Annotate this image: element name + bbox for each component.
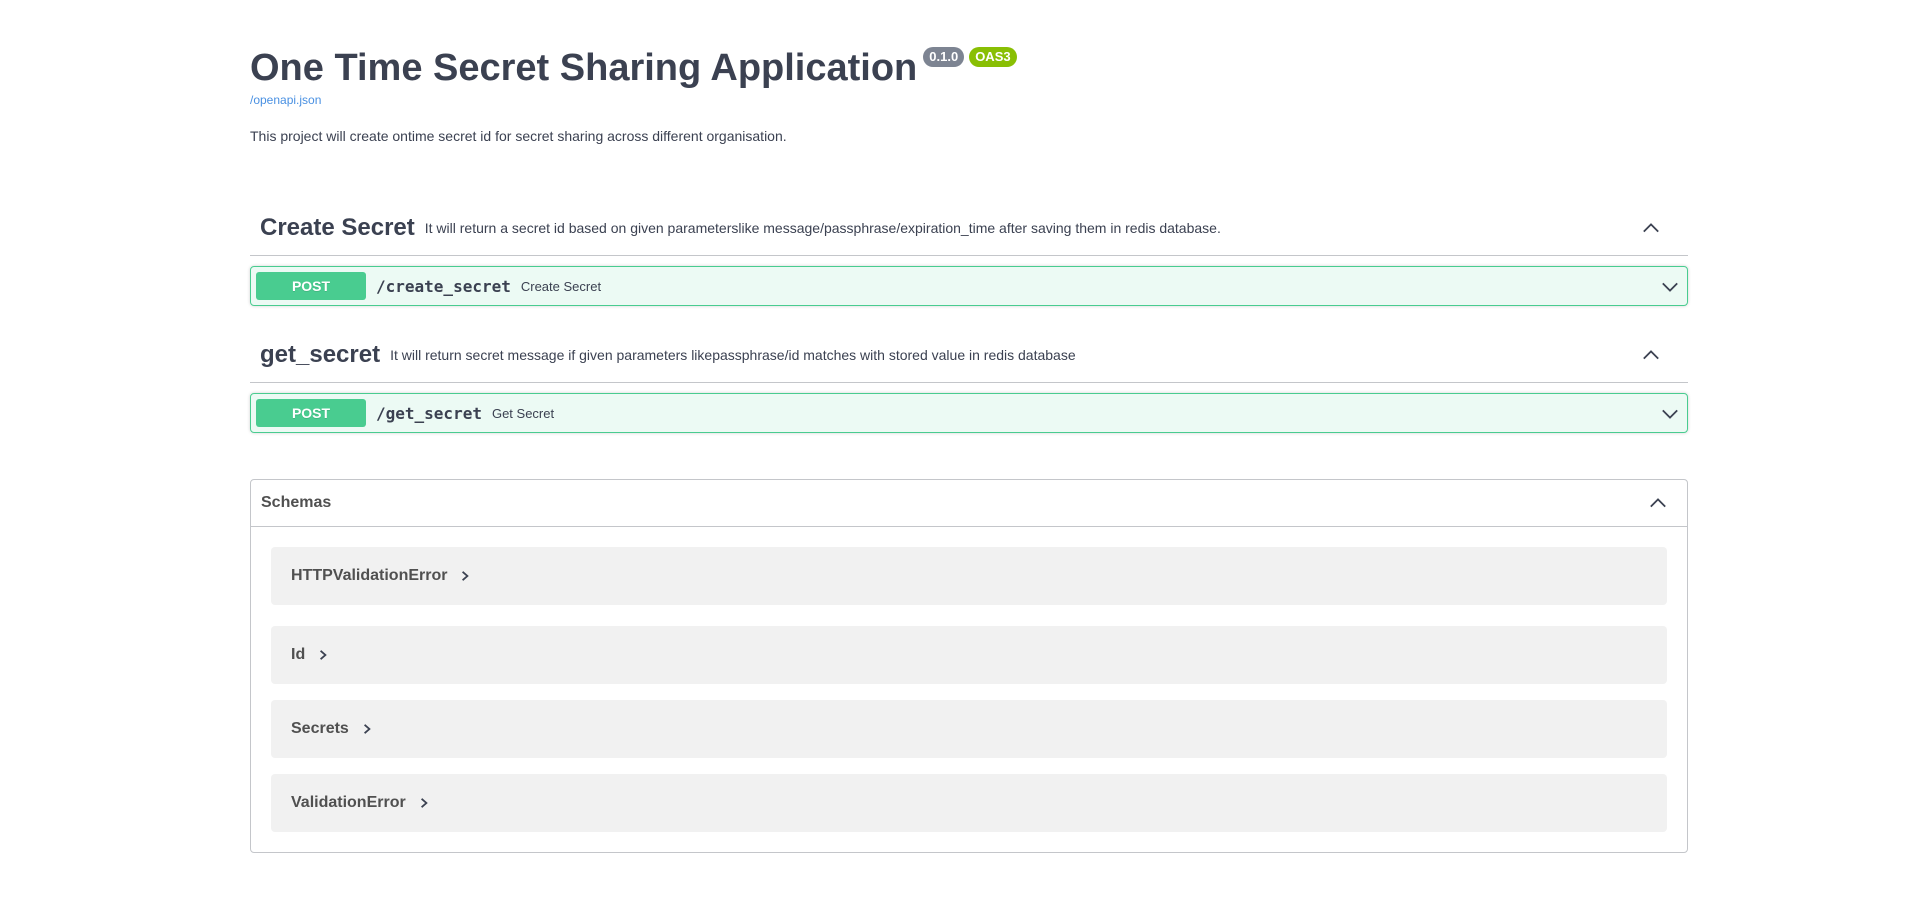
operation-get-secret[interactable]: POST /get_secret Get Secret — [250, 393, 1688, 433]
operation-path: /create_secret — [376, 276, 511, 296]
schemas-section: Schemas HTTPValidationError Id Secrets V… — [250, 479, 1688, 853]
tag-name: get_secret — [260, 340, 381, 368]
chevron-right-icon[interactable] — [418, 797, 430, 809]
operation-summary: Get Secret — [491, 405, 555, 421]
method-badge: POST — [256, 272, 366, 300]
tag-description: It will return a secret id based on give… — [424, 219, 1221, 236]
schema-item-validationerror[interactable]: ValidationError — [271, 774, 1667, 832]
api-description: This project will create ontime secret i… — [250, 128, 787, 144]
operation-summary: Create Secret — [520, 278, 602, 294]
oas-badge: OAS3 — [969, 47, 1017, 67]
schema-item-secrets[interactable]: Secrets — [271, 700, 1667, 758]
schemas-header[interactable]: Schemas — [251, 480, 1687, 527]
chevron-up-icon[interactable] — [1642, 219, 1660, 237]
schema-name: Secrets — [291, 720, 349, 737]
tag-header-create-secret[interactable]: Create Secret It will return a secret id… — [250, 200, 1688, 256]
schema-item-httpvalidationerror[interactable]: HTTPValidationError — [271, 547, 1667, 605]
chevron-right-icon[interactable] — [459, 570, 471, 582]
operation-path: /get_secret — [376, 403, 482, 423]
tag-name: Create Secret — [260, 213, 415, 241]
schema-name: Id — [291, 646, 306, 663]
chevron-up-icon[interactable] — [1649, 494, 1667, 512]
tag-description: It will return secret message if given p… — [390, 346, 1076, 363]
schemas-title: Schemas — [261, 494, 332, 511]
method-badge: POST — [256, 399, 366, 427]
openapi-json-link[interactable]: /openapi.json — [250, 93, 321, 107]
info-header: One Time Secret Sharing Application 0.1.… — [250, 44, 1017, 92]
tag-header-get-secret[interactable]: get_secret It will return secret message… — [250, 327, 1688, 383]
schema-name: ValidationError — [291, 794, 406, 811]
version-badge: 0.1.0 — [923, 47, 965, 67]
chevron-right-icon[interactable] — [317, 649, 329, 661]
schema-item-id[interactable]: Id — [271, 626, 1667, 684]
chevron-down-icon[interactable] — [1661, 278, 1679, 296]
chevron-up-icon[interactable] — [1642, 346, 1660, 364]
schema-name: HTTPValidationError — [291, 567, 448, 584]
page-title: One Time Secret Sharing Application — [250, 47, 918, 89]
operation-create-secret[interactable]: POST /create_secret Create Secret — [250, 266, 1688, 306]
chevron-right-icon[interactable] — [361, 723, 373, 735]
chevron-down-icon[interactable] — [1661, 405, 1679, 423]
